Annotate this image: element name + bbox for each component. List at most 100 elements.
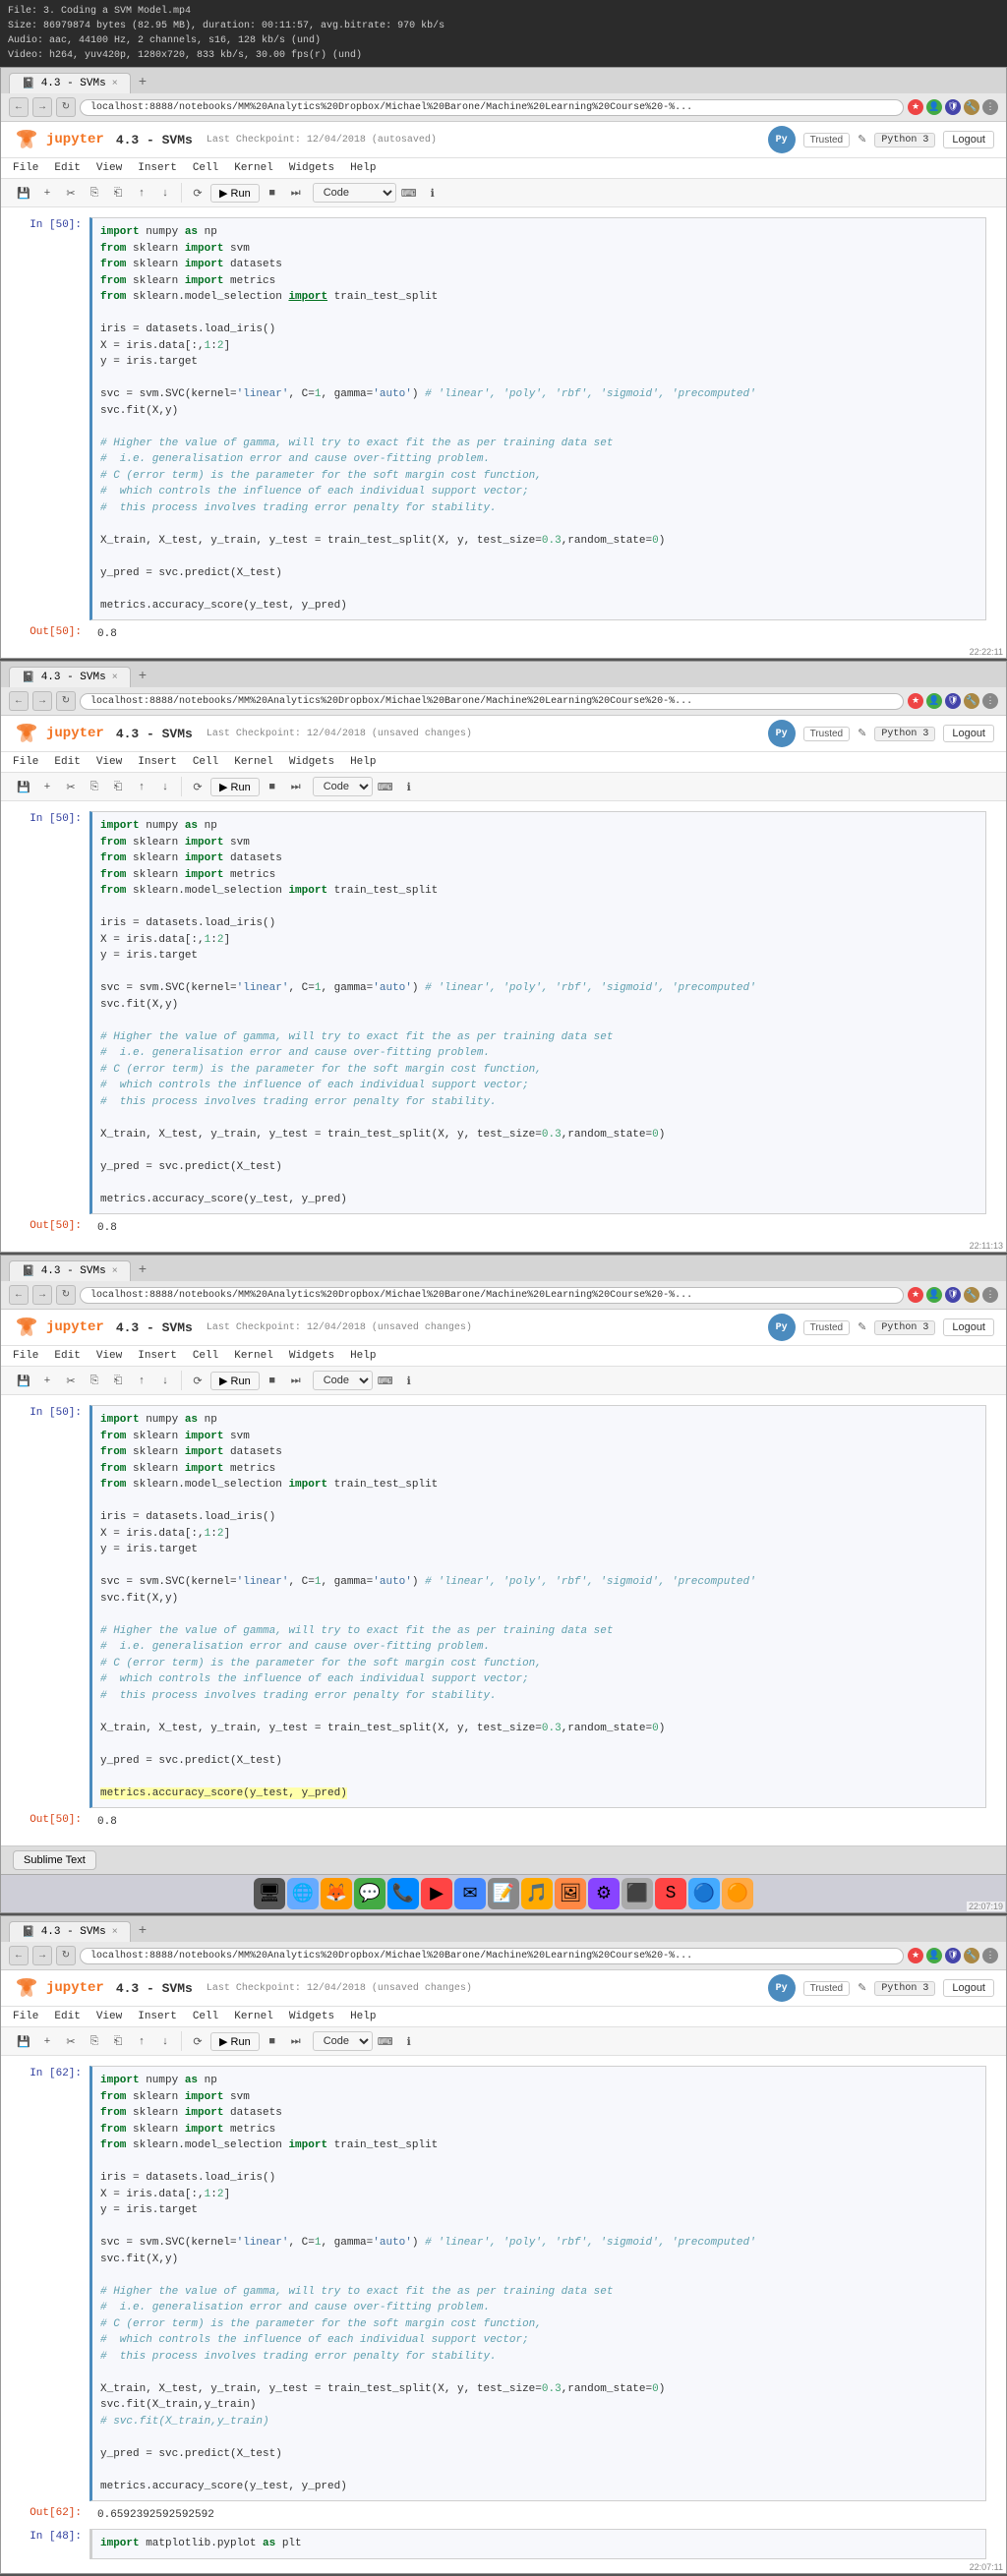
toolbar-add-4[interactable]: + bbox=[36, 2030, 58, 2052]
browser-icon-user-2[interactable]: 👤 bbox=[926, 693, 942, 709]
sublime-text-btn[interactable]: Sublime Text bbox=[13, 1850, 96, 1870]
toolbar-add-2[interactable]: + bbox=[36, 776, 58, 797]
menu-widgets-1[interactable]: Widgets bbox=[289, 160, 334, 176]
browser-icon-user[interactable]: 👤 bbox=[926, 99, 942, 115]
tab-new-1[interactable]: + bbox=[131, 72, 154, 93]
menu-kernel-3[interactable]: Kernel bbox=[234, 1348, 273, 1364]
toolbar-stop-1[interactable]: ■ bbox=[262, 182, 283, 204]
browser-icon-shield-2[interactable]: 🛡 bbox=[945, 693, 961, 709]
nav-refresh-4[interactable]: ↻ bbox=[56, 1946, 76, 1965]
toolbar-copy-3[interactable]: ⎘ bbox=[84, 1370, 105, 1391]
browser-icon-star-4[interactable]: ★ bbox=[908, 1948, 923, 1963]
menu-view-1[interactable]: View bbox=[96, 160, 122, 176]
nav-forward-1[interactable]: → bbox=[32, 97, 52, 117]
cell-code-2[interactable]: import numpy as np from sklearn import s… bbox=[89, 811, 986, 1214]
dock-icon-extra2[interactable]: 🟠 bbox=[722, 1878, 753, 1909]
tab-4[interactable]: 📓 4.3 - SVMs × bbox=[9, 1921, 131, 1942]
menu-insert-1[interactable]: Insert bbox=[138, 160, 177, 176]
toolbar-down-3[interactable]: ↓ bbox=[154, 1370, 176, 1391]
toolbar-paste-4[interactable]: ⎗ bbox=[107, 2030, 129, 2052]
browser-icon-shield[interactable]: 🛡 bbox=[945, 99, 961, 115]
toolbar-keyboard-1[interactable]: ⌨ bbox=[398, 182, 420, 204]
toolbar-add-1[interactable]: + bbox=[36, 182, 58, 204]
toolbar-keyboard-3[interactable]: ⌨ bbox=[375, 1370, 396, 1391]
menu-view-3[interactable]: View bbox=[96, 1348, 122, 1364]
toolbar-save-2[interactable]: 💾 bbox=[13, 776, 34, 797]
logout-btn-2[interactable]: Logout bbox=[943, 725, 994, 742]
logout-btn-1[interactable]: Logout bbox=[943, 131, 994, 148]
menu-cell-2[interactable]: Cell bbox=[193, 754, 218, 770]
cell-code-1[interactable]: import numpy as np from sklearn import s… bbox=[89, 217, 986, 620]
menu-edit-2[interactable]: Edit bbox=[54, 754, 80, 770]
cell-code-3[interactable]: import numpy as np from sklearn import s… bbox=[89, 1405, 986, 1808]
address-input-2[interactable]: localhost:8888/notebooks/MM%20Analytics%… bbox=[80, 693, 904, 710]
browser-icon-puzzle[interactable]: 🔧 bbox=[964, 99, 979, 115]
dock-icon-sublime[interactable]: S bbox=[655, 1878, 686, 1909]
browser-icon-puzzle-3[interactable]: 🔧 bbox=[964, 1287, 979, 1303]
toolbar-down-1[interactable]: ↓ bbox=[154, 182, 176, 204]
dock-icon-firefox[interactable]: 🦊 bbox=[321, 1878, 352, 1909]
dock-icon-notes[interactable]: 📝 bbox=[488, 1878, 519, 1909]
trusted-btn-3[interactable]: Trusted bbox=[803, 1320, 851, 1335]
nav-refresh-1[interactable]: ↻ bbox=[56, 97, 76, 117]
tab-close-3[interactable]: × bbox=[112, 1266, 118, 1277]
toolbar-fast-3[interactable]: ⏭ bbox=[285, 1370, 307, 1391]
nav-refresh-3[interactable]: ↻ bbox=[56, 1285, 76, 1305]
toolbar-copy-4[interactable]: ⎘ bbox=[84, 2030, 105, 2052]
nav-back-3[interactable]: ← bbox=[9, 1285, 29, 1305]
toolbar-copy-1[interactable]: ⎘ bbox=[84, 182, 105, 204]
toolbar-down-2[interactable]: ↓ bbox=[154, 776, 176, 797]
nav-back-1[interactable]: ← bbox=[9, 97, 29, 117]
menu-kernel-4[interactable]: Kernel bbox=[234, 2009, 273, 2024]
tab-1[interactable]: 📓 4.3 - SVMs × bbox=[9, 73, 131, 93]
menu-insert-3[interactable]: Insert bbox=[138, 1348, 177, 1364]
menu-edit-3[interactable]: Edit bbox=[54, 1348, 80, 1364]
dock-icon-terminal[interactable]: ⬛ bbox=[622, 1878, 653, 1909]
cell-type-select-4[interactable]: Code bbox=[313, 2031, 373, 2051]
cell-type-select-2[interactable]: Code bbox=[313, 777, 373, 796]
toolbar-cut-3[interactable]: ✂ bbox=[60, 1370, 82, 1391]
address-input-3[interactable]: localhost:8888/notebooks/MM%20Analytics%… bbox=[80, 1287, 904, 1304]
tab-close-2[interactable]: × bbox=[112, 673, 118, 683]
tab-new-2[interactable]: + bbox=[131, 666, 154, 687]
dock-icon-settings[interactable]: ⚙ bbox=[588, 1878, 620, 1909]
menu-widgets-3[interactable]: Widgets bbox=[289, 1348, 334, 1364]
browser-icon-puzzle-4[interactable]: 🔧 bbox=[964, 1948, 979, 1963]
toolbar-info-3[interactable]: ℹ bbox=[398, 1370, 420, 1391]
toolbar-up-3[interactable]: ↑ bbox=[131, 1370, 152, 1391]
toolbar-fast-2[interactable]: ⏭ bbox=[285, 776, 307, 797]
tab-new-3[interactable]: + bbox=[131, 1259, 154, 1281]
trusted-btn-4[interactable]: Trusted bbox=[803, 1981, 851, 1996]
browser-icon-star-3[interactable]: ★ bbox=[908, 1287, 923, 1303]
toolbar-save-1[interactable]: 💾 bbox=[13, 182, 34, 204]
menu-kernel-2[interactable]: Kernel bbox=[234, 754, 273, 770]
dock-icon-finder[interactable]: 🖥 bbox=[254, 1878, 285, 1909]
toolbar-stop-2[interactable]: ■ bbox=[262, 776, 283, 797]
dock-icon-whatsapp[interactable]: 💬 bbox=[354, 1878, 385, 1909]
toolbar-restart-2[interactable]: ⟳ bbox=[187, 776, 208, 797]
browser-icon-star-2[interactable]: ★ bbox=[908, 693, 923, 709]
nav-back-4[interactable]: ← bbox=[9, 1946, 29, 1965]
menu-widgets-4[interactable]: Widgets bbox=[289, 2009, 334, 2024]
tab-3[interactable]: 📓 4.3 - SVMs × bbox=[9, 1260, 131, 1281]
cell-code-4[interactable]: import numpy as np from sklearn import s… bbox=[89, 2066, 986, 2501]
cell-type-select-3[interactable]: Code bbox=[313, 1371, 373, 1390]
run-btn-1[interactable]: ▶ Run bbox=[210, 184, 260, 203]
toolbar-info-1[interactable]: ℹ bbox=[422, 182, 444, 204]
dock-icon-photos[interactable]: 🖼 bbox=[555, 1878, 586, 1909]
nav-forward-3[interactable]: → bbox=[32, 1285, 52, 1305]
toolbar-add-3[interactable]: + bbox=[36, 1370, 58, 1391]
browser-icon-menu-3[interactable]: ⋮ bbox=[982, 1287, 998, 1303]
logout-btn-4[interactable]: Logout bbox=[943, 1979, 994, 1997]
dock-icon-chrome[interactable]: 🌐 bbox=[287, 1878, 319, 1909]
toolbar-cut-2[interactable]: ✂ bbox=[60, 776, 82, 797]
dock-icon-extra1[interactable]: 🔵 bbox=[688, 1878, 720, 1909]
browser-icon-star[interactable]: ★ bbox=[908, 99, 923, 115]
nav-back-2[interactable]: ← bbox=[9, 691, 29, 711]
toolbar-up-1[interactable]: ↑ bbox=[131, 182, 152, 204]
menu-cell-4[interactable]: Cell bbox=[193, 2009, 218, 2024]
tab-close-1[interactable]: × bbox=[112, 79, 118, 89]
tab-close-4[interactable]: × bbox=[112, 1927, 118, 1938]
menu-view-2[interactable]: View bbox=[96, 754, 122, 770]
dock-icon-youtube[interactable]: ▶ bbox=[421, 1878, 452, 1909]
